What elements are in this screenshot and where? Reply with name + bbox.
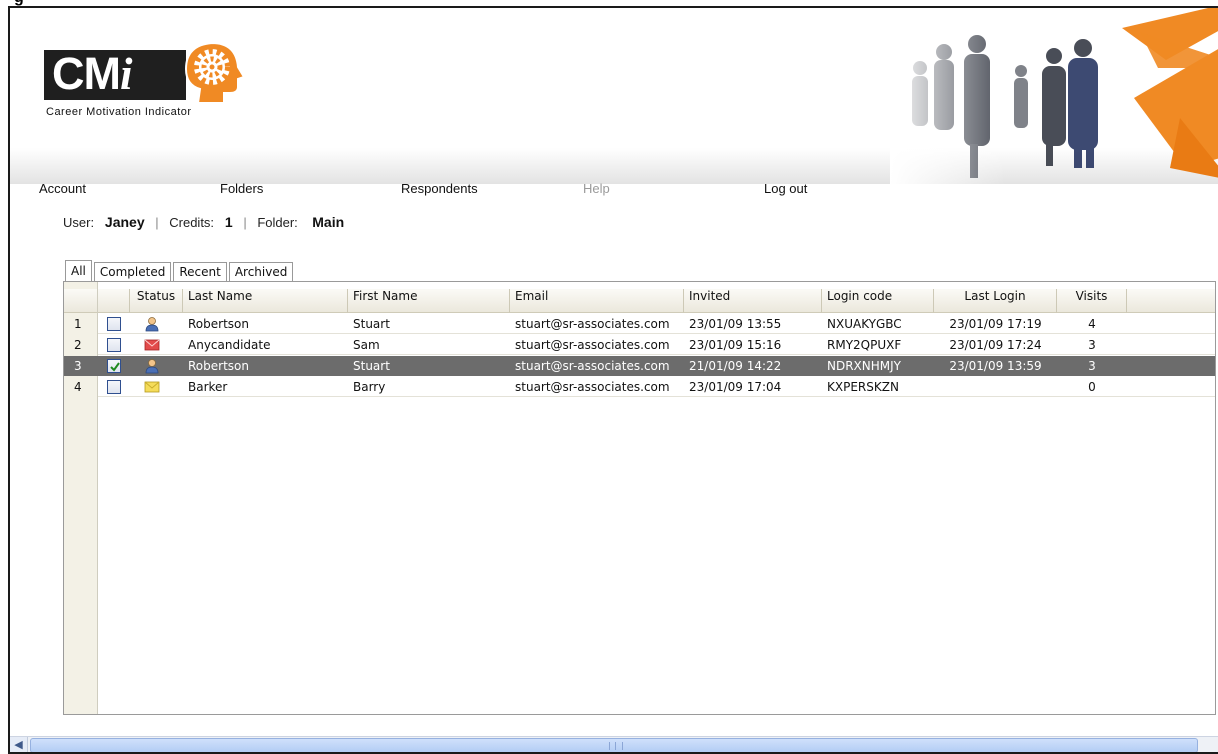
scroll-grip — [609, 742, 623, 750]
app-frame: CMi Career Motivation Indicator Account … — [8, 6, 1218, 754]
row-number: 2 — [64, 335, 98, 355]
cell-first-name: Stuart — [353, 317, 390, 331]
horizontal-scrollbar[interactable]: ◀ — [10, 736, 1218, 752]
nav-folders[interactable]: Folders — [220, 181, 263, 196]
tab-bar: All Completed Recent Archived — [65, 260, 295, 282]
tab-archived[interactable]: Archived — [228, 262, 294, 282]
cell-last-login: 23/01/09 17:19 — [949, 317, 1042, 331]
row-checkbox[interactable] — [107, 338, 121, 352]
cell-last-name: Robertson — [188, 359, 249, 373]
logo-tagline: Career Motivation Indicator — [46, 106, 192, 118]
header-row-number — [64, 289, 98, 313]
cell-invited: 23/01/09 13:55 — [689, 317, 782, 331]
header-last-name[interactable]: Last Name — [183, 289, 348, 313]
cell-last-login — [934, 377, 1057, 397]
row-number: 4 — [64, 377, 98, 397]
nav-help[interactable]: Help — [583, 181, 610, 196]
cell-last-name: Anycandidate — [188, 338, 271, 352]
cell-last-name: Robertson — [188, 317, 249, 331]
logo-box: CMi — [44, 48, 186, 100]
cell-last-login: 23/01/09 13:59 — [949, 359, 1042, 373]
cell-login-code: NXUAKYGBC — [827, 317, 902, 331]
table-row[interactable]: 1 Robertson Stuart stuart@sr-associates.… — [64, 314, 1215, 334]
scroll-left-arrow-icon[interactable]: ◀ — [10, 737, 28, 752]
table-row[interactable]: 2 Anycandidate Sam stuart@sr-associates.… — [64, 335, 1215, 355]
row-number: 3 — [64, 356, 98, 376]
user-value: Janey — [104, 214, 145, 230]
folder-value: Main — [312, 214, 345, 230]
cell-visits: 3 — [1088, 359, 1096, 373]
person-icon — [145, 317, 159, 332]
grid-header: Status Last Name First Name Email Invite… — [64, 289, 1215, 313]
checkmark-icon — [110, 362, 120, 372]
cell-invited: 23/01/09 15:16 — [689, 338, 782, 352]
cell-first-name: Sam — [353, 338, 380, 352]
cell-email: stuart@sr-associates.com — [515, 380, 670, 394]
cell-visits: 0 — [1088, 380, 1096, 394]
folder-label: Folder: — [257, 215, 298, 230]
person-icon — [145, 359, 159, 374]
header-invited[interactable]: Invited — [684, 289, 822, 313]
cell-visits: 4 — [1088, 317, 1096, 331]
table-row[interactable]: 4 Barker Barry stuart@sr-associates.com … — [64, 377, 1215, 397]
respondents-grid: Status Last Name First Name Email Invite… — [63, 281, 1216, 715]
cell-first-name: Barry — [353, 380, 386, 394]
user-label: User: — [63, 215, 95, 230]
cell-first-name: Stuart — [353, 359, 390, 373]
header-first-name[interactable]: First Name — [348, 289, 510, 313]
nav-respondents[interactable]: Respondents — [401, 181, 478, 196]
header-last-login[interactable]: Last Login — [934, 289, 1057, 313]
header-select — [98, 289, 130, 313]
cell-email: stuart@sr-associates.com — [515, 317, 670, 331]
business-people-banner — [890, 8, 1218, 188]
cell-email: stuart@sr-associates.com — [515, 359, 670, 373]
header-email[interactable]: Email — [510, 289, 684, 313]
row-checkbox[interactable] — [107, 380, 121, 394]
header-login-code[interactable]: Login code — [822, 289, 934, 313]
cell-login-code: RMY2QPUXF — [827, 338, 902, 352]
row-checkbox-checked[interactable] — [107, 359, 121, 373]
cell-visits: 3 — [1088, 338, 1096, 352]
nav-logout[interactable]: Log out — [764, 181, 807, 196]
tab-all[interactable]: All — [65, 260, 92, 282]
cell-invited: 23/01/09 17:04 — [689, 380, 782, 394]
row-checkbox[interactable] — [107, 317, 121, 331]
envelope-red-icon — [144, 339, 160, 351]
cell-login-code: NDRXNHMJY — [827, 359, 901, 373]
credits-value: 1 — [224, 214, 233, 230]
envelope-yellow-icon — [144, 381, 160, 393]
scroll-thumb[interactable] — [30, 738, 1198, 752]
head-dartboard-icon — [184, 41, 246, 104]
header-status[interactable]: Status — [130, 289, 183, 313]
tab-completed[interactable]: Completed — [93, 262, 172, 282]
cell-last-login: 23/01/09 17:24 — [949, 338, 1042, 352]
tab-recent[interactable]: Recent — [173, 262, 227, 282]
nav-account[interactable]: Account — [39, 181, 86, 196]
cell-invited: 21/01/09 14:22 — [689, 359, 782, 373]
table-row[interactable]: 3 Robertson Stuart stuart@sr-associates.… — [64, 356, 1215, 376]
credits-label: Credits: — [169, 215, 215, 230]
cell-login-code: KXPERSKZN — [827, 380, 899, 394]
header-visits[interactable]: Visits — [1057, 289, 1127, 313]
cell-last-name: Barker — [188, 380, 228, 394]
user-info-bar: User: Janey | Credits: 1 | Folder: Main — [63, 214, 345, 230]
row-number: 1 — [64, 314, 98, 334]
cell-email: stuart@sr-associates.com — [515, 338, 670, 352]
